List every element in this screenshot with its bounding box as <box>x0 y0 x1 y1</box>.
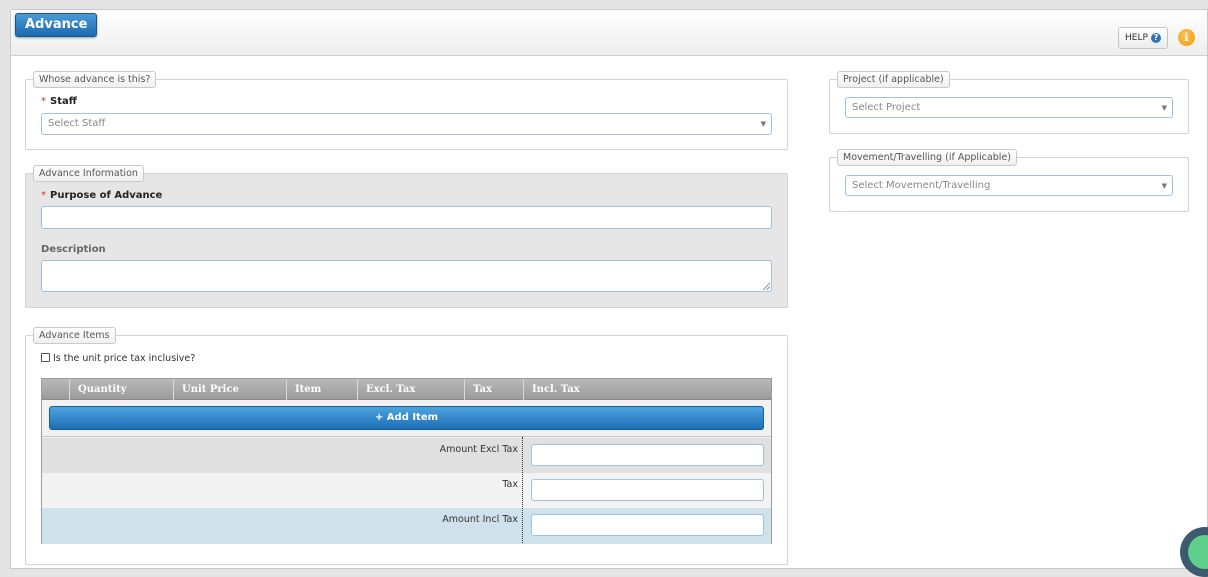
staff-select-placeholder: Select Staff <box>48 118 106 129</box>
movement-legend: Movement/Travelling (if Applicable) <box>837 149 1017 166</box>
column-header-tax: Tax <box>464 379 523 400</box>
chevron-down-icon: ▼ <box>1161 104 1167 112</box>
amount-excl-tax-label: Amount Excl Tax <box>439 444 518 455</box>
purpose-label: * Purpose of Advance <box>41 190 163 201</box>
column-header-incl-tax: Incl. Tax <box>523 379 771 400</box>
amount-excl-tax-input[interactable] <box>531 444 764 466</box>
required-mark: * <box>41 96 46 107</box>
add-item-row: + Add Item <box>42 400 771 437</box>
whose-advance-fieldset: Whose advance is this? * Staff Select Sta… <box>25 71 788 150</box>
column-header-excl-tax: Excl. Tax <box>357 379 464 400</box>
amount-incl-tax-label: Amount Incl Tax <box>442 514 518 525</box>
advance-items-grid: Quantity Unit Price Item Excl. Tax Tax I… <box>41 378 772 544</box>
advance-information-fieldset: Advance Information * Purpose of Advance … <box>25 165 788 308</box>
movement-fieldset: Movement/Travelling (if Applicable) Sele… <box>829 149 1189 212</box>
staff-select[interactable]: Select Staff ▼ <box>41 113 772 135</box>
help-button[interactable]: HELP ? <box>1118 27 1168 49</box>
advance-items-legend: Advance Items <box>33 327 116 344</box>
chevron-down-icon: ▼ <box>1161 182 1167 190</box>
tax-input[interactable] <box>531 479 764 501</box>
tax-inclusive-label: Is the unit price tax inclusive? <box>53 353 196 364</box>
movement-select[interactable]: Select Movement/Travelling ▼ <box>845 175 1173 196</box>
grid-header: Quantity Unit Price Item Excl. Tax Tax I… <box>42 379 771 400</box>
project-legend: Project (if applicable) <box>837 71 950 88</box>
page-title: Advance <box>15 13 98 37</box>
whose-advance-legend: Whose advance is this? <box>33 71 157 88</box>
help-label: HELP <box>1125 33 1148 43</box>
description-label: Description <box>41 244 106 255</box>
amount-incl-tax-input[interactable] <box>531 514 764 536</box>
amount-excl-tax-row: Amount Excl Tax <box>42 438 771 473</box>
project-fieldset: Project (if applicable) Select Project ▼ <box>829 71 1189 134</box>
column-header-item: Item <box>286 379 357 400</box>
info-icon[interactable]: i <box>1178 29 1195 46</box>
amount-incl-tax-row: Amount Incl Tax <box>42 508 771 544</box>
column-header-unit-price: Unit Price <box>173 379 286 400</box>
tax-inclusive-checkbox[interactable] <box>41 353 50 362</box>
project-select-placeholder: Select Project <box>852 102 921 113</box>
chevron-down-icon: ▼ <box>760 120 766 128</box>
purpose-input[interactable] <box>41 206 772 229</box>
advance-information-legend: Advance Information <box>33 165 144 182</box>
summary-divider <box>522 437 523 543</box>
movement-select-placeholder: Select Movement/Travelling <box>852 180 991 191</box>
add-item-button[interactable]: + Add Item <box>49 406 764 430</box>
tax-inclusive-row: Is the unit price tax inclusive? <box>41 353 195 364</box>
resize-grip-icon[interactable] <box>763 283 770 290</box>
column-header-quantity: Quantity <box>69 379 173 400</box>
staff-label: * Staff <box>41 96 77 107</box>
project-select[interactable]: Select Project ▼ <box>845 97 1173 118</box>
help-question-icon: ? <box>1151 33 1161 43</box>
tax-label: Tax <box>502 479 518 490</box>
column-header-select <box>42 379 69 400</box>
panel-header: Advance HELP ? i <box>11 10 1207 56</box>
tax-row: Tax <box>42 473 771 508</box>
description-textarea[interactable] <box>41 260 772 292</box>
required-mark: * <box>41 190 46 201</box>
